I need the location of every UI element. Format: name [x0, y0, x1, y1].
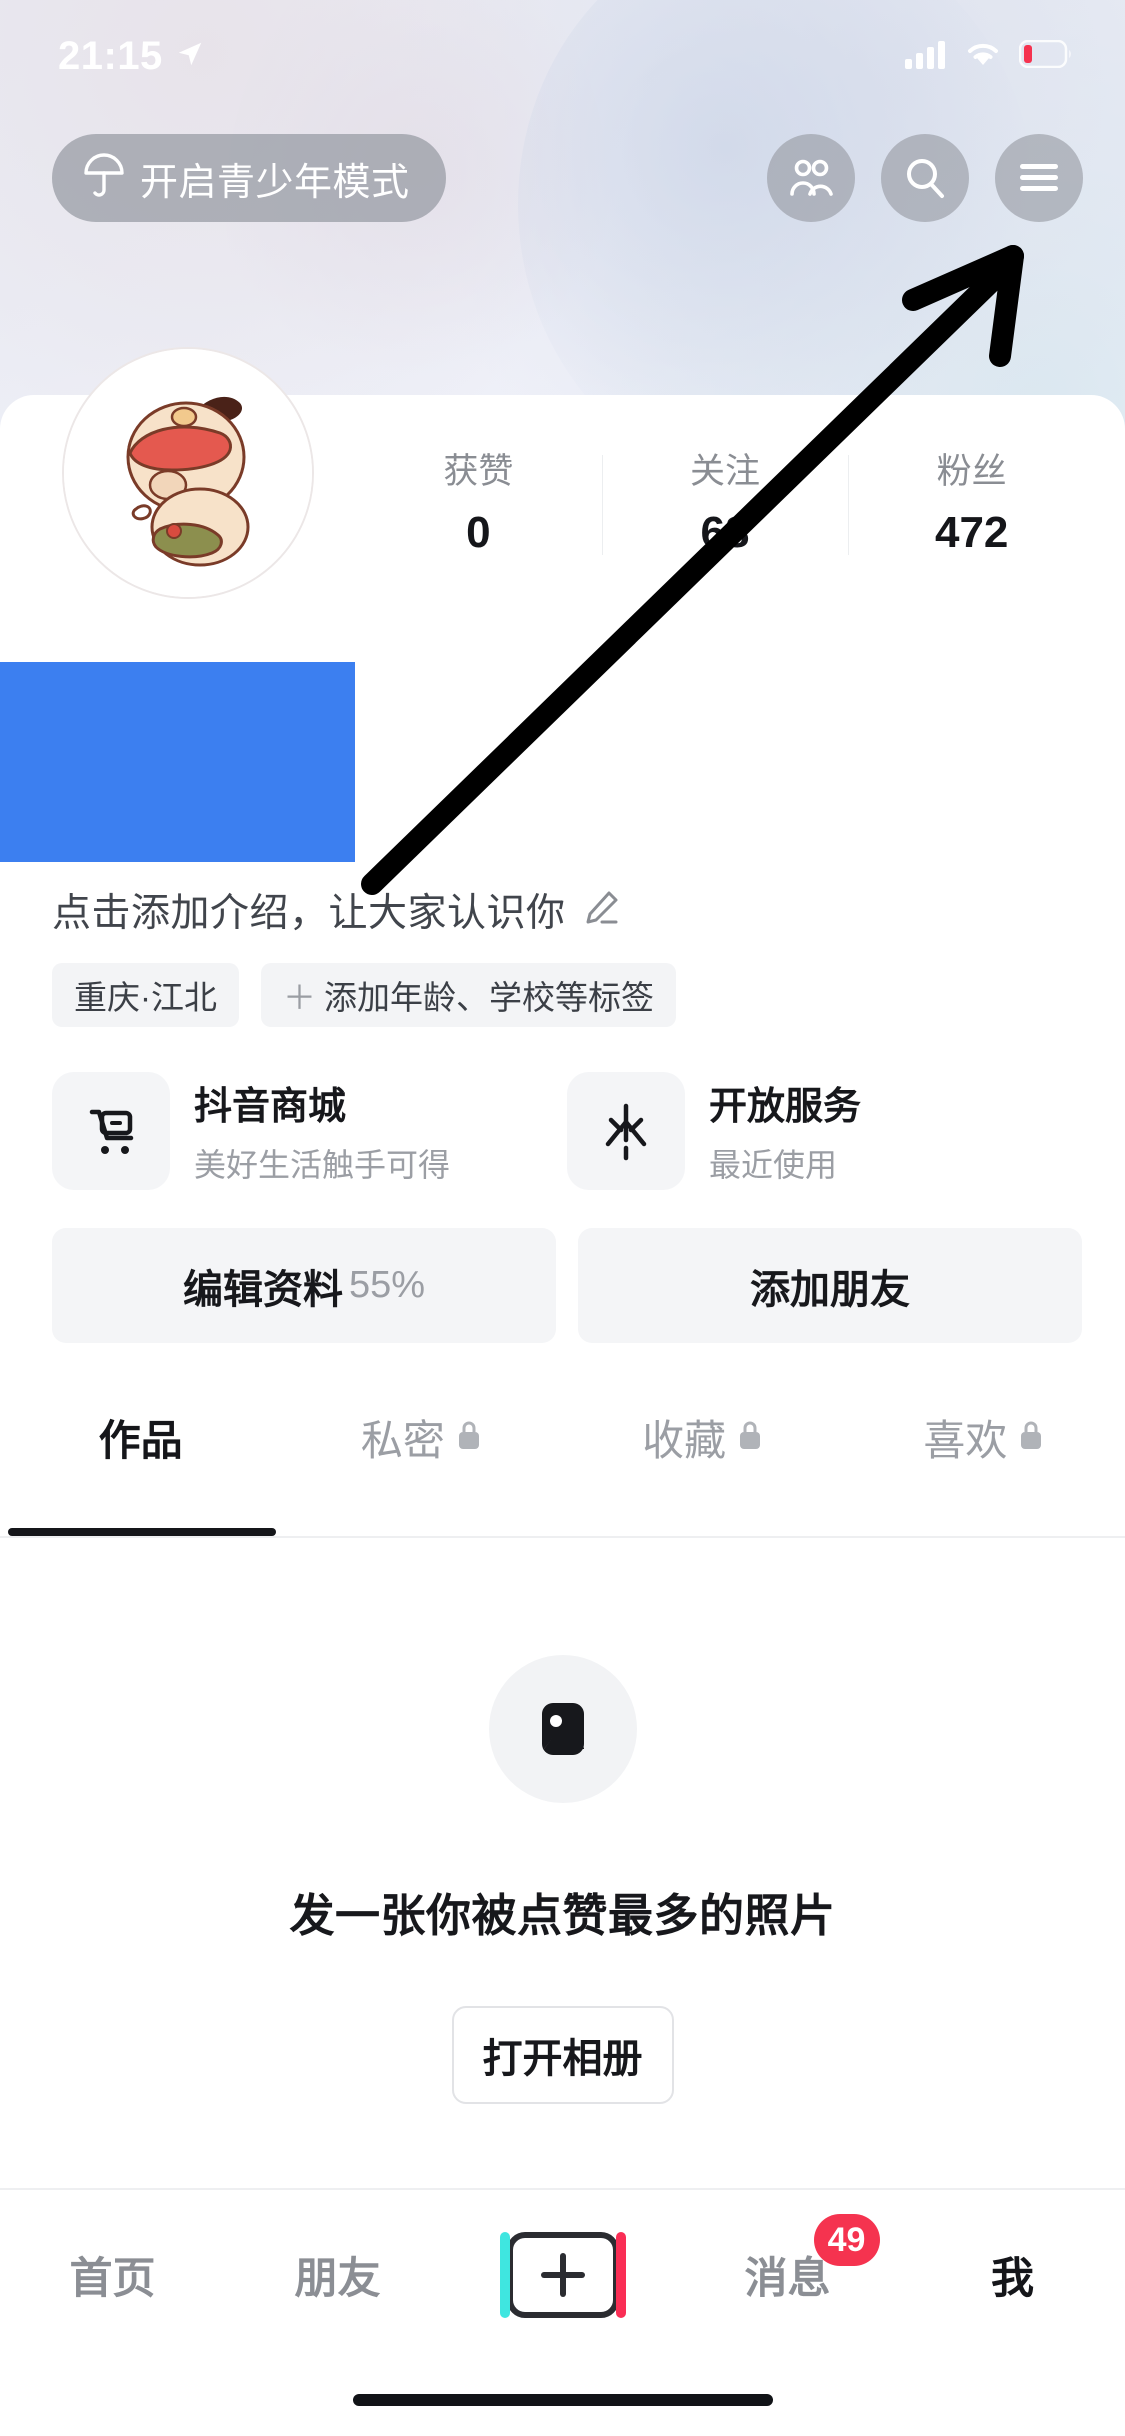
shopping-cart-icon: [52, 1071, 170, 1190]
tag-label: 添加年龄、学校等标签: [324, 979, 654, 1016]
username-redaction-block: [0, 662, 355, 862]
status-badge: 49: [813, 2214, 880, 2266]
photo-placeholder-icon: [488, 1655, 637, 1803]
tab-likes[interactable]: 喜欢: [844, 1395, 1125, 1479]
stat-label: 获赞: [443, 451, 514, 491]
plus-glyph: [540, 2253, 585, 2297]
tab-label: 收藏: [642, 1416, 727, 1464]
cellular-signal-icon: [905, 39, 947, 74]
plus-create-icon[interactable]: [499, 2232, 626, 2318]
tab-private[interactable]: 私密: [281, 1395, 562, 1479]
empty-state-text: 发一张你被点赞最多的照片: [289, 1890, 836, 1941]
tag-label: 重庆·江北: [74, 979, 217, 1016]
header-icon-group: [767, 134, 1083, 222]
bio-placeholder-text: 点击添加介绍，让大家认识你: [52, 892, 566, 935]
service-subtitle: 美好生活触手可得: [194, 1147, 451, 1183]
active-tab-underline: [8, 1528, 276, 1536]
douyin-open-service-icon: [567, 1071, 685, 1190]
edit-profile-button[interactable]: 编辑资料 55%: [52, 1228, 556, 1343]
battery-low-icon: [1018, 39, 1073, 73]
stat-value: 0: [466, 507, 491, 557]
status-time: 21:15: [58, 33, 163, 78]
status-bar-left: 21:15: [58, 34, 205, 79]
tag-add-attributes[interactable]: ＋ 添加年龄、学校等标签: [261, 963, 676, 1027]
tab-works[interactable]: 作品: [0, 1395, 281, 1479]
lock-icon: [1017, 1413, 1045, 1461]
tag-location[interactable]: 重庆·江北: [52, 963, 239, 1027]
nav-item-me[interactable]: 我: [900, 2244, 1125, 2306]
teen-mode-button[interactable]: 开启青少年模式: [52, 134, 446, 222]
stat-label: 粉丝: [936, 451, 1007, 491]
profile-tag-row: 重庆·江北 ＋ 添加年龄、学校等标签: [52, 960, 1082, 1030]
service-card-open-service[interactable]: 开放服务 最近使用: [567, 1068, 1082, 1193]
profile-header-bar: 开启青少年模式: [0, 128, 1125, 228]
tabs-divider: [0, 1536, 1125, 1538]
profile-action-row: 编辑资料 55% 添加朋友: [52, 1228, 1082, 1343]
profile-stats: 获赞 0 关注 68 粉丝 472: [355, 430, 1095, 570]
home-indicator: [352, 2394, 773, 2406]
stat-value: 472: [934, 507, 1009, 557]
edit-profile-label: 编辑资料: [182, 1267, 343, 1312]
open-album-label: 打开相册: [482, 2037, 643, 2081]
nav-item-home[interactable]: 首页: [0, 2244, 225, 2306]
nav-label: 我: [991, 2255, 1034, 2303]
service-title: 抖音商城: [194, 1086, 347, 1128]
add-friend-label: 添加朋友: [750, 1267, 910, 1312]
nav-label: 朋友: [294, 2255, 381, 2303]
service-card-text: 开放服务 最近使用: [709, 1075, 861, 1186]
lock-icon: [736, 1413, 764, 1461]
status-bar: 21:15: [0, 0, 1125, 90]
stat-following[interactable]: 关注 68: [601, 443, 849, 558]
bottom-nav: 首页 朋友 消息 49 我: [0, 2190, 1125, 2360]
nav-item-create[interactable]: [450, 2232, 675, 2318]
stat-value: 68: [700, 507, 750, 557]
bio-row[interactable]: 点击添加介绍，让大家认识你: [52, 880, 1052, 940]
hamburger-menu-icon[interactable]: [995, 134, 1083, 222]
avatar[interactable]: [62, 347, 314, 599]
tab-label: 私密: [360, 1416, 445, 1464]
location-arrow-icon: [175, 39, 205, 74]
stat-fans[interactable]: 粉丝 472: [848, 443, 1095, 558]
nav-label: 首页: [69, 2255, 156, 2303]
stat-likes[interactable]: 获赞 0: [355, 443, 602, 558]
tab-label: 作品: [98, 1416, 183, 1464]
service-title: 开放服务: [709, 1086, 862, 1128]
wifi-icon: [963, 39, 1003, 74]
pencil-edit-icon[interactable]: [580, 887, 622, 934]
status-bar-right: [905, 39, 1073, 74]
teen-mode-label: 开启青少年模式: [140, 161, 410, 204]
nav-item-friends[interactable]: 朋友: [225, 2244, 450, 2306]
stat-label: 关注: [690, 451, 761, 491]
profile-completion-percent: 55%: [348, 1264, 426, 1306]
service-subtitle: 最近使用: [709, 1147, 838, 1183]
empty-state: 发一张你被点赞最多的照片 打开相册: [0, 1655, 1125, 2104]
content-tabs: 作品 私密 收藏 喜欢: [0, 1395, 1125, 1505]
tab-label: 喜欢: [923, 1416, 1008, 1464]
service-card-mall[interactable]: 抖音商城 美好生活触手可得: [52, 1068, 567, 1193]
friends-icon[interactable]: [767, 134, 855, 222]
open-album-button[interactable]: 打开相册: [451, 2006, 674, 2104]
plus-icon: ＋: [283, 979, 316, 1016]
tab-collections[interactable]: 收藏: [563, 1395, 844, 1479]
douyin-profile-screen: 21:15 开启青少年模式 获赞 0 关注 68 粉丝 472 点击添加介绍，让…: [0, 0, 1125, 2436]
nav-item-messages[interactable]: 消息 49: [675, 2214, 900, 2306]
add-friend-button[interactable]: 添加朋友: [578, 1228, 1082, 1343]
service-card-text: 抖音商城 美好生活触手可得: [194, 1075, 450, 1186]
search-icon[interactable]: [881, 134, 969, 222]
umbrella-shield-icon: [82, 152, 126, 204]
lock-icon: [455, 1413, 483, 1461]
service-entry-row: 抖音商城 美好生活触手可得 开放服务 最近使用: [52, 1068, 1082, 1193]
